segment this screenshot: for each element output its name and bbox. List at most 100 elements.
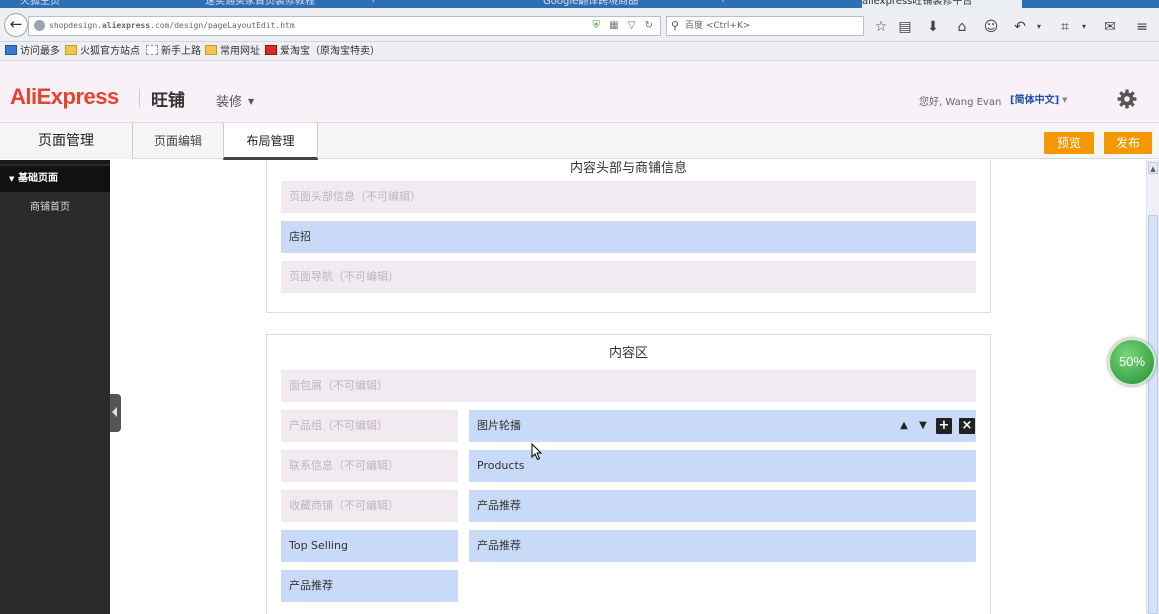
sidebar-group-basic-pages[interactable]: ▼ 基础页面 [0, 166, 110, 192]
move-up-icon[interactable]: ▲ [896, 418, 912, 434]
collapse-arrow-icon [112, 407, 117, 417]
bookmark-label: 爱淘宝（原淘宝特卖） [280, 46, 380, 57]
vertical-scrollbar[interactable]: ▲ [1146, 160, 1159, 614]
tab-page-edit[interactable]: 页面编辑 [133, 123, 223, 159]
module-product-recommend-2[interactable]: 产品推荐 [469, 530, 976, 562]
url-tools: ⛨ ▦ ▽ ↻ [592, 17, 656, 35]
comment-icon[interactable]: ✉ [1101, 17, 1119, 37]
module-products[interactable]: Products [469, 450, 976, 482]
browser-tab[interactable]: express [360, 0, 490, 8]
sidebar: ▼ 基础页面 商铺首页 [0, 160, 110, 614]
module-top-selling[interactable]: Top Selling [281, 530, 458, 562]
bookmark-icon [5, 45, 17, 55]
module-product-recommend-1[interactable]: 产品推荐 [469, 490, 976, 522]
sidebar-item-store-home[interactable]: 商铺首页 [0, 196, 110, 220]
language-label: [简体中文] [1010, 95, 1060, 106]
module-image-carousel[interactable]: 图片轮播 ▲ ▼ + × [469, 410, 976, 442]
browser-tab-active[interactable]: aliexpress旺铺装修平台 [862, 0, 1022, 8]
module-breadcrumb-locked: 面包屑（不可编辑） [281, 370, 976, 402]
shield-icon[interactable]: ⛨ [592, 20, 603, 31]
close-icon[interactable]: × [959, 418, 975, 434]
scrollbar-thumb[interactable] [1148, 215, 1158, 614]
module-product-group-locked: 产品组（不可编辑） [281, 410, 458, 442]
layout-canvas: 内容头部与商铺信息 页面头部信息（不可编辑） 店招 页面导航（不可编辑） 内容区… [121, 160, 1146, 614]
zoom-level-badge[interactable]: 50% [1108, 338, 1156, 386]
globe-icon [34, 20, 45, 31]
browser-tab[interactable]: 火狐主页 [20, 0, 150, 8]
bookmark-common-sites[interactable]: 常用网址 [205, 42, 260, 61]
mouse-cursor-icon [531, 443, 543, 461]
scroll-up-arrow-icon[interactable]: ▲ [1148, 162, 1158, 174]
sidebar-collapse-handle[interactable] [110, 394, 121, 432]
user-greeting: 您好, Wang Evan [919, 97, 1002, 108]
module-contact-info-locked: 联系信息（不可编辑） [281, 450, 458, 482]
sidebar-group-label: 基础页面 [18, 173, 58, 184]
url-text-suffix: .com/design/pageLayoutEdit.htm [150, 21, 295, 30]
content-region-title: 内容区 [608, 346, 648, 361]
url-text-domain: aliexpress [101, 21, 151, 30]
home-icon[interactable]: ⌂ [953, 17, 971, 37]
sidebar-top-strip [0, 160, 110, 164]
dropdown-icon[interactable]: ▽ [628, 20, 639, 31]
gear-icon[interactable] [1117, 89, 1137, 109]
browser-tab[interactable]: Google翻译跨境商品 [543, 0, 673, 8]
content-region-panel: 内容区 面包屑（不可编辑） 产品组（不可编辑） 联系信息（不可编辑） 收藏商铺（… [266, 334, 991, 614]
module-page-nav-locked: 页面导航（不可编辑） [281, 261, 976, 293]
decorate-menu-label: 装修 [216, 95, 243, 110]
bookmark-firefox-site[interactable]: 火狐官方站点 [65, 42, 140, 61]
store-name: 旺铺 [151, 91, 185, 111]
menu-icon[interactable]: ≡ [1133, 17, 1151, 37]
chevron-down-icon: ▼ [1062, 96, 1068, 104]
search-bar[interactable]: ⚲ 百度 <Ctrl+K> [666, 16, 864, 36]
reading-list-icon[interactable]: ▤ [896, 17, 914, 37]
browser-navbar: ← shopdesign.aliexpress.com/design/pageL… [0, 8, 1159, 42]
tab-layout-management[interactable]: 布局管理 [223, 123, 318, 160]
preview-button[interactable]: 预览 [1044, 132, 1094, 154]
page-icon [146, 45, 158, 55]
browser-toolbar: ☆ ▤ ⬇ ⌂ ☺ ↶ ▾ ⌗ ▾ ✉ ≡ [870, 17, 1155, 37]
move-down-icon[interactable]: ▼ [915, 418, 931, 434]
decorate-menu[interactable]: 装修 ▼ [216, 91, 254, 110]
star-bookmark-icon[interactable]: ☆ [872, 17, 890, 37]
download-icon[interactable]: ⬇ [924, 17, 942, 37]
back-arrow-icon[interactable]: ← [4, 13, 28, 37]
folder-icon [65, 45, 77, 55]
module-favorite-store-locked: 收藏商铺（不可编辑） [281, 490, 458, 522]
publish-button[interactable]: 发布 [1104, 132, 1152, 154]
bookmark-label: 常用网址 [220, 46, 260, 57]
reload-icon[interactable]: ↻ [645, 20, 656, 31]
logo-divider [139, 89, 140, 107]
qr-icon[interactable]: ▦ [609, 20, 621, 31]
header-region-title: 内容头部与商铺信息 [569, 161, 687, 176]
search-placeholder: 百度 <Ctrl+K> [685, 21, 751, 31]
aliexpress-logo[interactable]: AliExpress [10, 84, 119, 110]
url-text-prefix: shopdesign. [49, 21, 102, 30]
crop-icon[interactable]: ⌗ [1056, 17, 1074, 37]
bookmark-most-visited[interactable]: 访问最多 [5, 42, 60, 61]
module-product-recommend-left[interactable]: 产品推荐 [281, 570, 458, 602]
undo-dropdown-icon[interactable]: ▾ [1030, 17, 1048, 37]
bookmark-label: 新手上路 [161, 46, 201, 57]
browser-tab[interactable]: 速卖通买家首页装修教程 [205, 0, 335, 8]
app-tab-bar: 页面管理 页面编辑 布局管理 预览 发布 [0, 122, 1159, 160]
bookmark-getting-started[interactable]: 新手上路 [146, 42, 201, 61]
browser-tab-strip: 火狐主页 速卖通买家首页装修教程 express Google翻译跨境商品 Al… [0, 0, 1159, 8]
bookmarks-bar: 访问最多 火狐官方站点 新手上路 常用网址 爱淘宝（原淘宝特卖） [0, 42, 1159, 61]
module-label: 图片轮播 [477, 419, 521, 432]
aitaobao-icon [265, 45, 277, 55]
url-bar[interactable]: shopdesign.aliexpress.com/design/pageLay… [28, 16, 661, 36]
bookmark-label: 访问最多 [20, 46, 60, 57]
chat-icon[interactable]: ☺ [982, 17, 1000, 37]
undo-icon[interactable]: ↶ [1011, 17, 1029, 37]
crop-dropdown-icon[interactable]: ▾ [1075, 17, 1093, 37]
module-store-sign[interactable]: 店招 [281, 221, 976, 253]
search-icon: ⚲ [671, 19, 680, 32]
language-select[interactable]: [简体中文] ▼ [1010, 91, 1068, 106]
browser-tab[interactable]: AliExpress Manufacturer Direct [697, 0, 837, 8]
add-icon[interactable]: + [936, 418, 952, 434]
folder-icon [205, 45, 217, 55]
page-management-heading: 页面管理 [0, 123, 133, 159]
header-region-panel: 内容头部与商铺信息 页面头部信息（不可编辑） 店招 页面导航（不可编辑） [266, 160, 991, 313]
bookmark-label: 火狐官方站点 [80, 46, 140, 57]
bookmark-aitaobao[interactable]: 爱淘宝（原淘宝特卖） [265, 42, 380, 61]
